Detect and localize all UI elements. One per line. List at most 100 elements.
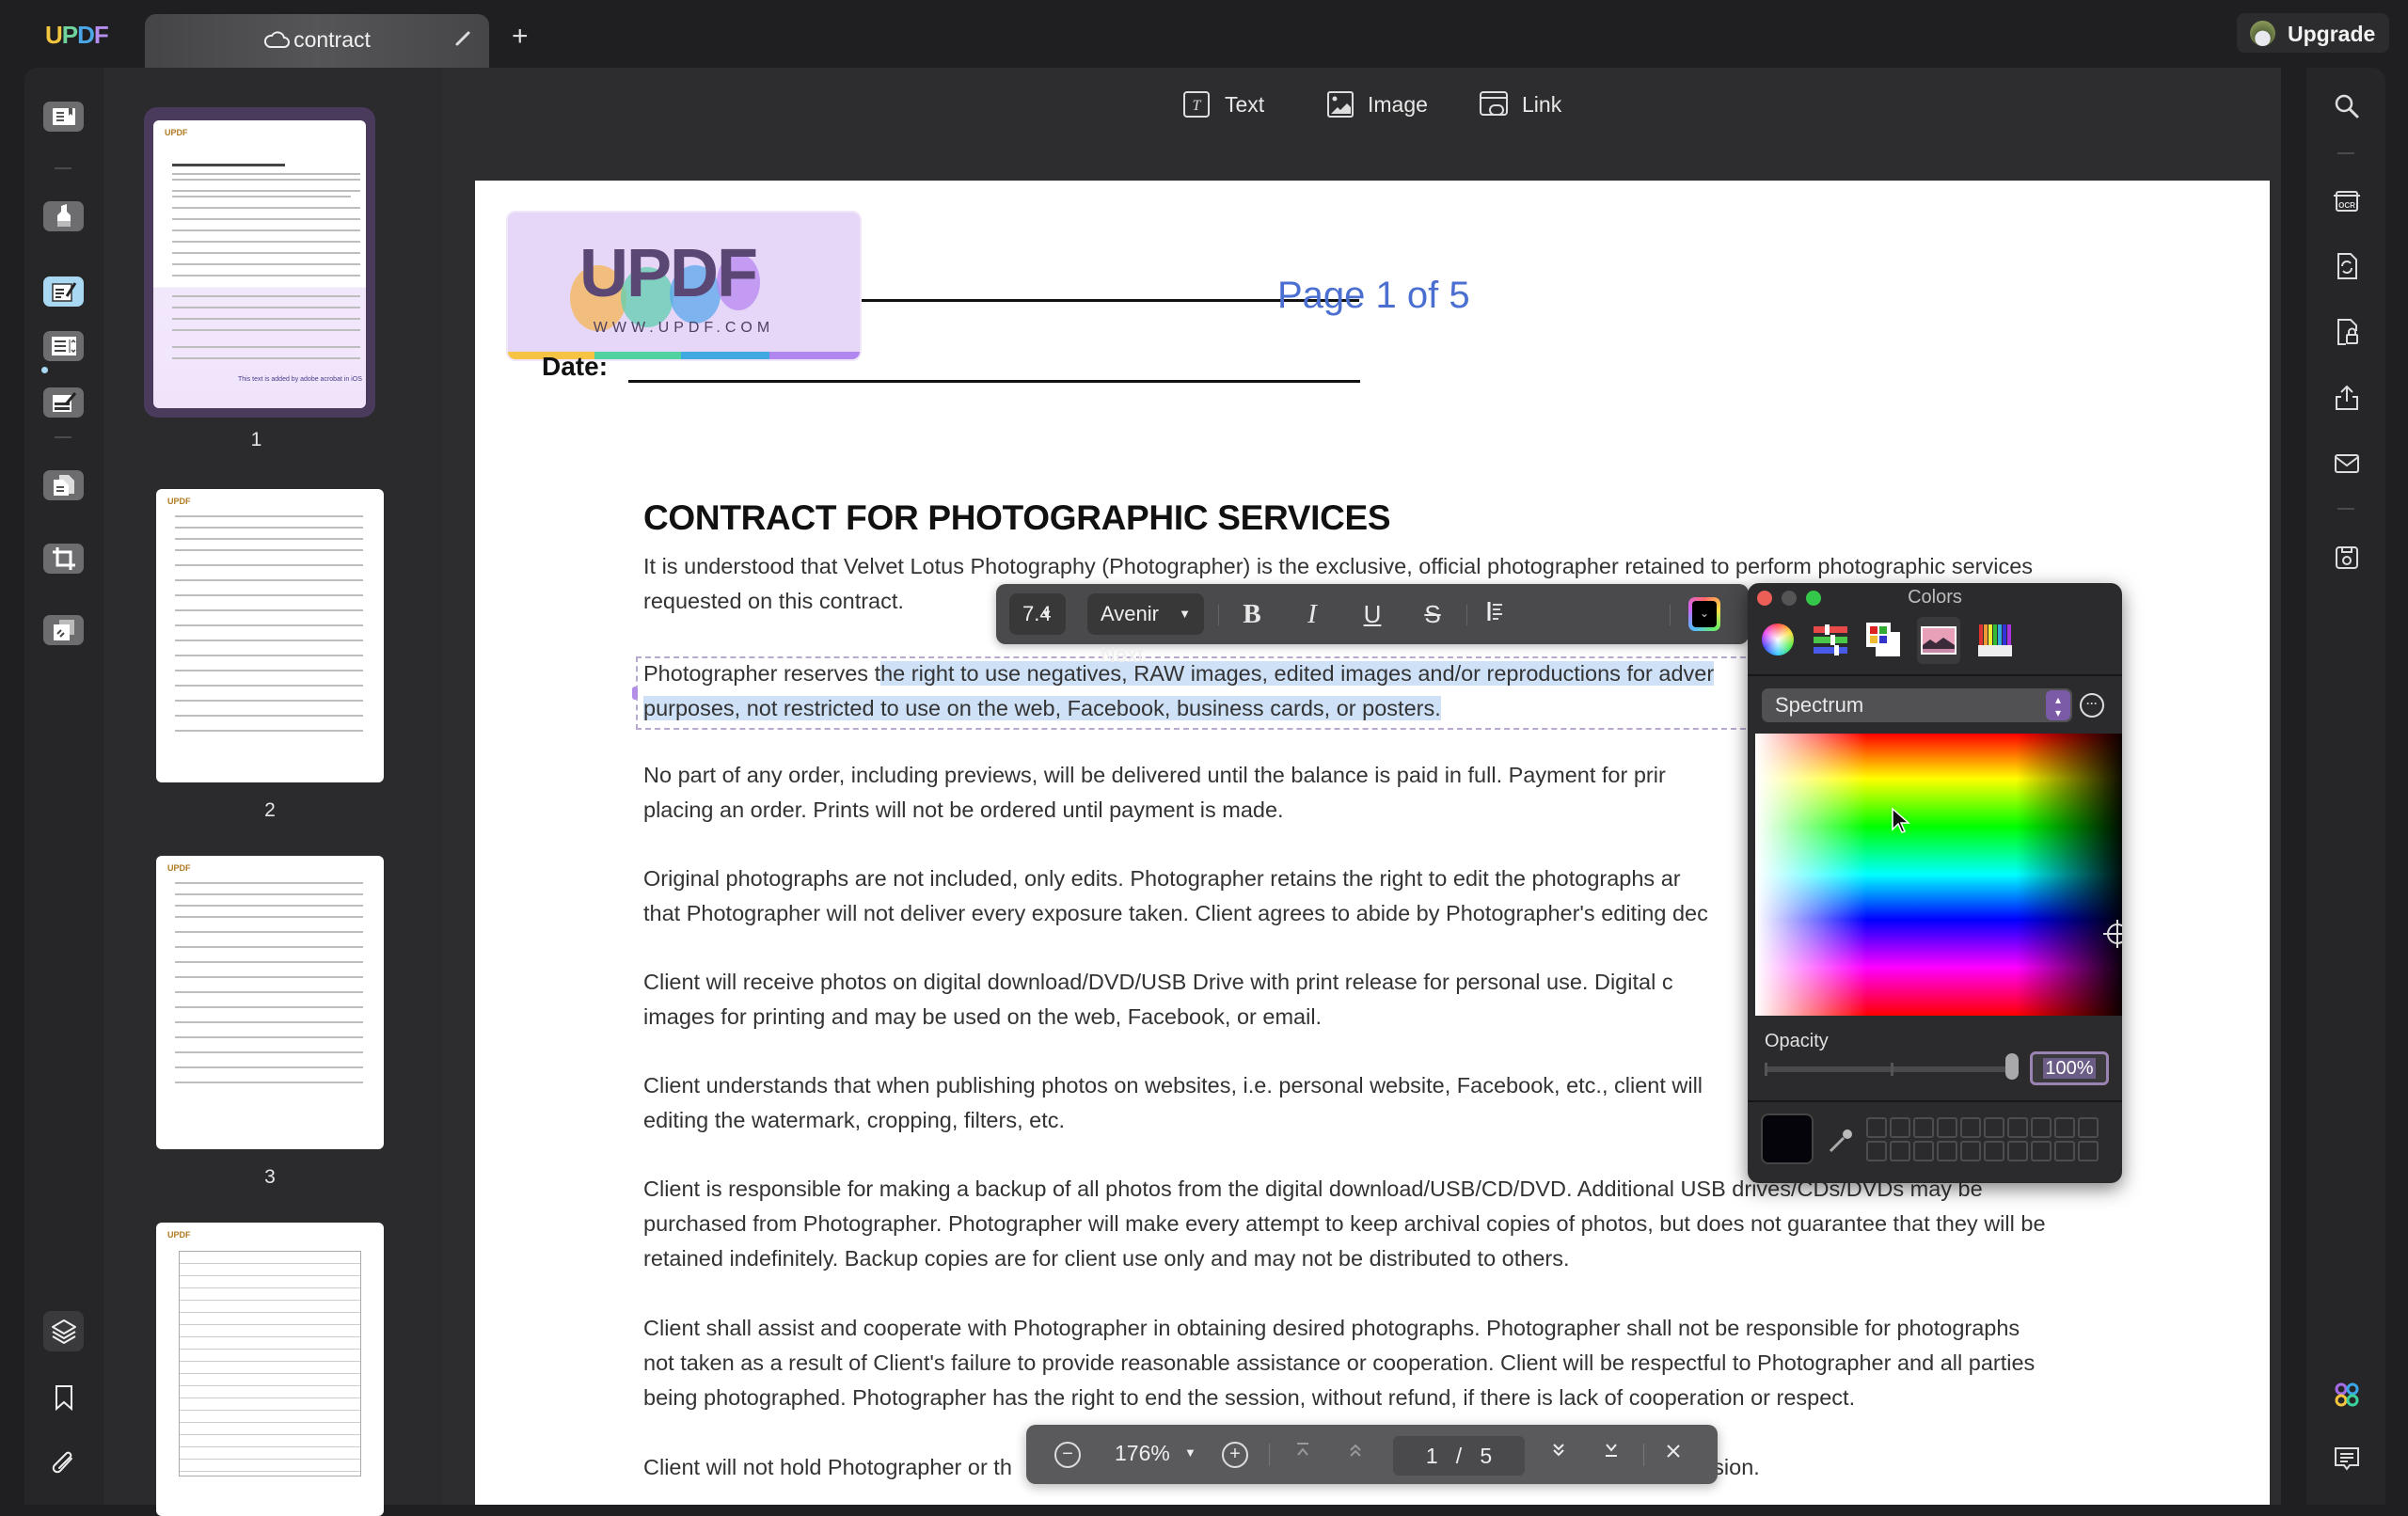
swatch-slot[interactable] <box>2078 1117 2099 1138</box>
prepare-form-mode-button[interactable] <box>43 331 84 361</box>
bookmarks-button[interactable] <box>43 1377 84 1417</box>
palette-select[interactable]: Spectrum ▴ ▾ <box>1762 688 2072 722</box>
swatch-slot[interactable] <box>1890 1141 1910 1161</box>
swatch-slot[interactable] <box>1937 1117 1957 1138</box>
swatch-slot[interactable] <box>1960 1141 1981 1161</box>
paragraph[interactable]: Client will receive photos on digital do… <box>643 965 1673 1034</box>
selected-paragraph[interactable]: Photographer reserves the right to use n… <box>643 656 1748 726</box>
ocr-icon[interactable]: OCR <box>2333 186 2361 214</box>
swatch-slot[interactable] <box>1984 1117 2004 1138</box>
svg-text:OCR: OCR <box>2338 201 2355 210</box>
add-text-button[interactable]: T Text <box>1181 90 1264 118</box>
paragraph[interactable]: Client is responsible for making a backu… <box>643 1172 2046 1276</box>
swatch-slot[interactable] <box>2007 1117 2028 1138</box>
upgrade-button[interactable]: Upgrade <box>2237 13 2389 53</box>
text-color-button[interactable]: ⌄ <box>1688 597 1720 631</box>
thumbnail-page-3[interactable]: UPDF <box>156 856 387 1149</box>
more-options-button[interactable]: ··· <box>2080 693 2104 718</box>
image-palettes-tab[interactable] <box>1917 617 1960 664</box>
reader-mode-button[interactable] <box>43 102 84 132</box>
last-page-button[interactable] <box>1596 1440 1626 1470</box>
fill-sign-mode-button[interactable] <box>43 387 84 418</box>
opacity-input[interactable]: 100% <box>2030 1051 2109 1085</box>
zoom-level[interactable]: 176% <box>1115 1441 1170 1466</box>
text-line: retained indefinitely. Backup copies are… <box>643 1246 1570 1271</box>
opacity-slider[interactable] <box>1765 1063 2014 1076</box>
current-color-swatch[interactable] <box>1761 1113 1814 1164</box>
swatch-slot[interactable] <box>1866 1117 1887 1138</box>
comments-icon[interactable] <box>2333 1445 2361 1473</box>
ai-assistant-icon[interactable] <box>2333 1381 2361 1409</box>
swatch-slot[interactable] <box>1890 1117 1910 1138</box>
share-icon[interactable] <box>2333 384 2361 412</box>
watermark-tool-button[interactable] <box>43 615 84 645</box>
align-button[interactable] <box>1480 597 1513 631</box>
eyedropper-icon[interactable] <box>1827 1127 1855 1155</box>
paragraph[interactable]: Client will not hold Photographer or th <box>643 1450 1012 1485</box>
paragraph[interactable]: Client understands that when publishing … <box>643 1068 1703 1138</box>
paragraph[interactable]: Original photographs are not included, o… <box>643 861 1708 931</box>
zoom-dropdown-icon[interactable]: ▼ <box>1184 1445 1196 1460</box>
opacity-slider-knob[interactable] <box>2005 1053 2019 1080</box>
zoom-out-button[interactable]: − <box>1054 1442 1081 1468</box>
zoom-in-button[interactable]: + <box>1222 1442 1248 1468</box>
updf-watermark-image[interactable]: UPDF WWW.UPDF.COM <box>506 211 862 361</box>
swatch-slot[interactable] <box>2054 1141 2075 1161</box>
strikethrough-button[interactable]: S <box>1416 597 1450 631</box>
crop-pages-button[interactable] <box>43 544 84 574</box>
document-tab[interactable]: contract <box>145 14 489 68</box>
color-picker-crosshair[interactable] <box>2103 920 2122 948</box>
swatch-slot[interactable] <box>2007 1141 2028 1161</box>
resize-handle[interactable] <box>632 687 638 700</box>
add-text-label: Text <box>1225 91 1265 117</box>
swatch-slot[interactable] <box>1913 1141 1934 1161</box>
swatch-slot[interactable] <box>2054 1117 2075 1138</box>
add-image-button[interactable]: Image <box>1326 90 1428 118</box>
organize-pages-button[interactable] <box>43 470 84 500</box>
thumbnail-page-2[interactable]: UPDF <box>156 489 387 782</box>
convert-icon[interactable] <box>2333 252 2361 280</box>
text-line: editing the watermark, cropping, filters… <box>643 1108 1066 1132</box>
page-number-label[interactable]: Page 1 of 5 <box>1277 275 1470 317</box>
font-family-select[interactable]: Avenir Next ▼ <box>1087 593 1204 667</box>
save-icon[interactable] <box>2333 544 2361 572</box>
thumbnail-page-4[interactable]: UPDF <box>156 1223 387 1516</box>
bold-button[interactable]: B <box>1235 597 1269 631</box>
pencils-tab[interactable] <box>1977 621 2015 658</box>
search-icon[interactable] <box>2333 92 2361 120</box>
page-number-input[interactable]: 1 / 5 <box>1393 1436 1525 1476</box>
first-page-button[interactable] <box>1288 1440 1318 1470</box>
swatch-slot[interactable] <box>2031 1141 2052 1161</box>
swatch-slot[interactable] <box>2031 1117 2052 1138</box>
swatch-slot[interactable] <box>1960 1117 1981 1138</box>
italic-button[interactable]: I <box>1295 597 1329 631</box>
swatch-slot[interactable] <box>1866 1141 1887 1161</box>
color-spectrum[interactable] <box>1755 734 2122 1016</box>
swatch-slot[interactable] <box>1984 1141 2004 1161</box>
color-palettes-tab[interactable] <box>1864 621 1902 658</box>
edit-pdf-mode-button[interactable] <box>43 276 84 307</box>
swatch-slot[interactable] <box>1937 1141 1957 1161</box>
email-icon[interactable] <box>2333 450 2361 478</box>
previous-page-button[interactable] <box>1340 1440 1370 1470</box>
color-sliders-tab[interactable] <box>1812 621 1849 658</box>
attachments-button[interactable] <box>43 1443 84 1483</box>
page-navigation-bar: − 176% ▼ + 1 / 5 <box>1026 1425 1718 1484</box>
layers-button[interactable] <box>43 1311 84 1351</box>
new-tab-button[interactable]: + <box>512 23 529 51</box>
color-wheel-tab[interactable] <box>1759 621 1797 658</box>
close-navigation-button[interactable] <box>1658 1440 1688 1470</box>
crop-icon <box>52 547 75 570</box>
underline-button[interactable]: U <box>1355 597 1389 631</box>
paragraph[interactable]: No part of any order, including previews… <box>643 758 1666 828</box>
add-link-button[interactable]: Link <box>1479 90 1561 118</box>
protect-icon[interactable] <box>2333 318 2361 346</box>
swatch-slot[interactable] <box>1913 1117 1934 1138</box>
rename-pencil-icon[interactable] <box>453 29 472 48</box>
comment-mode-button[interactable] <box>43 201 84 231</box>
swatch-slot[interactable] <box>2078 1141 2099 1161</box>
paragraph[interactable]: Client shall assist and cooperate with P… <box>643 1311 2035 1415</box>
font-size-select[interactable]: 7.4 ▼ <box>1009 593 1066 635</box>
thumbnail-page-1[interactable]: UPDF This text is added by adobe acrobat… <box>144 107 375 418</box>
next-page-button[interactable] <box>1544 1440 1574 1470</box>
